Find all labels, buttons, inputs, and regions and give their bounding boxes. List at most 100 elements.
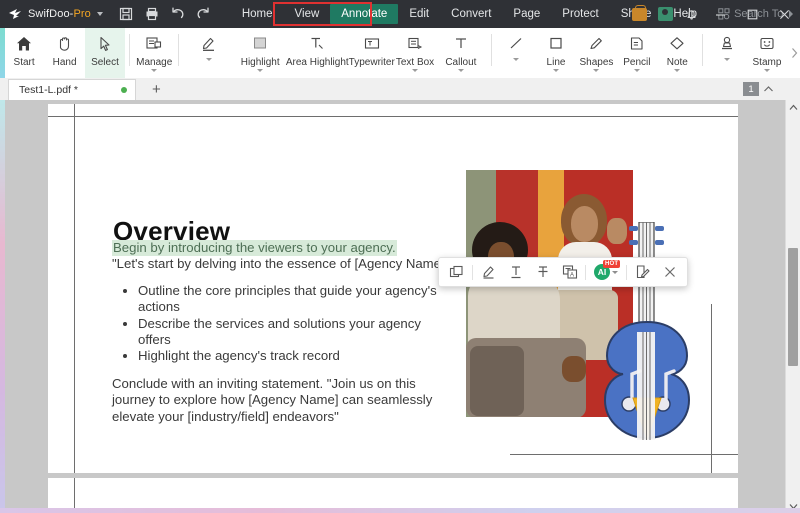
chevron-up-icon	[789, 104, 797, 110]
chevron-down-icon[interactable]	[612, 270, 618, 274]
violin-peg	[655, 240, 664, 245]
tool-label: Text Box	[395, 57, 435, 68]
document-text-body[interactable]: Begin by introducing the viewers to your…	[112, 240, 452, 425]
tool-callout[interactable]: Text Box	[395, 28, 435, 78]
menu-item-view[interactable]: View	[284, 4, 331, 24]
chevron-down-icon[interactable]	[205, 58, 212, 61]
chevron-down-icon[interactable]	[553, 69, 559, 72]
chevron-down-icon[interactable]	[257, 69, 264, 72]
undo-button[interactable]	[165, 0, 191, 28]
tool-text-markup[interactable]: Callout	[435, 28, 486, 78]
cart-button[interactable]	[626, 0, 652, 28]
typewriter-icon	[308, 33, 326, 55]
save-button[interactable]	[113, 0, 139, 28]
paragraph-conclusion: Conclude with an inviting statement. "Jo…	[112, 375, 433, 424]
chevron-down-icon[interactable]	[457, 69, 464, 72]
app-logo[interactable]: SwifDoo-Pro	[0, 0, 103, 28]
scroll-up-button[interactable]	[786, 100, 800, 114]
strikethrough-button[interactable]	[529, 259, 556, 285]
tool-label: Note	[666, 57, 688, 68]
crop-mark-top	[48, 116, 738, 117]
cursor-arrow-icon	[96, 33, 114, 55]
maximize-button[interactable]	[736, 0, 768, 28]
copy-button[interactable]	[443, 259, 470, 285]
notification-bell-icon	[686, 9, 696, 20]
chevron-down-icon[interactable]	[763, 69, 770, 72]
left-accent-strip	[0, 100, 5, 513]
redo-button[interactable]	[191, 0, 217, 28]
document-canvas[interactable]: Overview Begin by introducing the viewer…	[0, 100, 786, 513]
chevron-down-icon[interactable]	[674, 69, 681, 72]
menu-item-protect[interactable]: Protect	[551, 4, 609, 24]
account-icon	[657, 7, 673, 21]
tool-stamp[interactable]	[706, 28, 746, 78]
violin-illustration[interactable]	[601, 222, 694, 440]
sticker-smiley-icon	[758, 33, 776, 55]
edit-text-button[interactable]	[629, 259, 656, 285]
tool-area-highlight[interactable]: Highlight	[235, 28, 286, 78]
document-tab-label: Test1-L.pdf *	[19, 83, 78, 96]
chevron-down-icon[interactable]	[412, 69, 419, 72]
new-tab-button[interactable]: +	[148, 82, 165, 97]
ai-button[interactable]: AI HOT	[588, 259, 624, 285]
chevron-up-icon[interactable]	[763, 80, 774, 98]
print-button[interactable]	[139, 0, 165, 28]
tool-pencil[interactable]: Shapes	[576, 28, 616, 78]
tool-select[interactable]: Select	[84, 28, 126, 78]
violin-peg	[655, 226, 664, 231]
underline-button[interactable]	[502, 259, 529, 285]
underline-icon	[511, 266, 520, 279]
chevron-down-icon[interactable]	[633, 69, 640, 72]
tool-start[interactable]: Start	[4, 28, 44, 78]
menu-item-edit[interactable]: Edit	[398, 4, 440, 24]
chevron-down-icon[interactable]	[96, 12, 103, 16]
tool-eraser[interactable]: Note	[657, 28, 697, 78]
text-selection-context-toolbar[interactable]: A AI HOT	[438, 257, 688, 287]
swifdoo-pdf-window: SwifDoo-Pro Home View Annotate Edit Conv…	[0, 0, 800, 513]
strikethrough-icon	[538, 266, 547, 277]
document-tab[interactable]: Test1-L.pdf *	[8, 78, 136, 100]
translate-button[interactable]: A	[556, 259, 583, 285]
tool-line[interactable]	[495, 28, 535, 78]
scrollbar-thumb[interactable]	[788, 248, 798, 366]
pencil-icon	[587, 33, 605, 55]
minimize-button[interactable]	[704, 0, 736, 28]
tool-label: Highlight	[240, 57, 280, 68]
vertical-scrollbar[interactable]	[785, 100, 800, 513]
toolbar-divider	[626, 264, 627, 280]
violin-peg	[629, 226, 638, 231]
tool-typewriter[interactable]: Area Highlight	[286, 28, 349, 78]
area-highlight-icon	[251, 33, 269, 55]
text-box-icon	[363, 33, 381, 55]
chevron-down-icon[interactable]	[512, 58, 519, 61]
menu-item-home[interactable]: Home	[231, 4, 284, 24]
ribbon-divider	[178, 34, 180, 66]
tool-text-box[interactable]: Typewriter	[349, 28, 395, 78]
menu-item-page[interactable]: Page	[502, 4, 551, 24]
tool-sticker[interactable]: Stamp	[747, 28, 787, 78]
highlight-button[interactable]	[475, 259, 502, 285]
tool-highlight[interactable]	[183, 28, 234, 78]
ribbon-overflow-button[interactable]	[789, 28, 800, 78]
notification-button[interactable]	[678, 0, 704, 28]
tool-shapes[interactable]: Line	[536, 28, 576, 78]
menu-item-convert[interactable]: Convert	[440, 4, 502, 24]
close-button[interactable]	[768, 0, 800, 28]
crop-mark-right	[711, 304, 712, 473]
document-tab-bar: Test1-L.pdf * + 1	[0, 78, 800, 101]
hot-badge: HOT	[603, 260, 621, 268]
tool-label: Area Highlight	[285, 57, 349, 68]
menu-item-annotate[interactable]: Annotate	[330, 4, 399, 24]
tool-manage[interactable]: Manage	[134, 28, 174, 78]
tool-hand[interactable]: Hand	[44, 28, 84, 78]
text-markup-icon	[452, 33, 470, 55]
chevron-down-icon[interactable]	[723, 58, 730, 61]
current-page-number[interactable]: 1	[743, 82, 759, 96]
highlighted-text[interactable]: Begin by introducing the viewers to your…	[112, 240, 397, 257]
close-button[interactable]	[656, 259, 683, 285]
account-button[interactable]	[652, 0, 678, 28]
pdf-page-1[interactable]: Overview Begin by introducing the viewer…	[48, 104, 738, 473]
tool-note[interactable]: Pencil	[617, 28, 657, 78]
chevron-down-icon[interactable]	[151, 69, 158, 72]
chevron-down-icon[interactable]	[593, 69, 600, 72]
